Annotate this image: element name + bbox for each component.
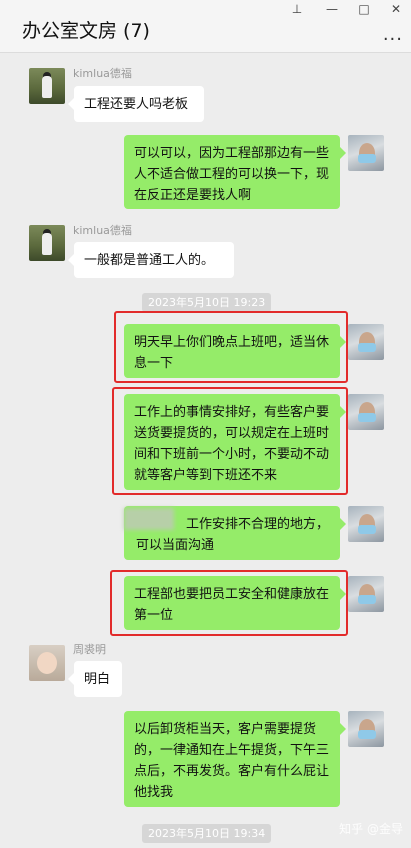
watermark: 知乎 @金导 bbox=[339, 822, 403, 836]
message-bubble[interactable]: 工程还要人吗老板 bbox=[68, 86, 204, 122]
more-icon[interactable]: ... bbox=[383, 24, 403, 45]
sender-name: kimlua德福 bbox=[73, 67, 132, 80]
message-text: 工作安排不合理的地方，可以当面沟通 bbox=[136, 517, 330, 553]
message-bubble[interactable]: 明白 bbox=[68, 661, 122, 697]
sender-name: 周裘明 bbox=[73, 643, 106, 656]
avatar[interactable] bbox=[348, 506, 384, 542]
message-bubble[interactable]: 可以可以，因为工程部那边有一些人不适合做工程的可以换一下，现在反正还是要找人啊 bbox=[124, 135, 346, 209]
avatar[interactable] bbox=[29, 68, 65, 104]
message-bubble[interactable]: 一般都是普通工人的。 bbox=[68, 242, 234, 278]
pin-icon[interactable]: ⊥ bbox=[287, 2, 307, 16]
avatar[interactable] bbox=[29, 645, 65, 681]
chat-title: 办公室文房 (7) bbox=[22, 20, 150, 42]
timestamp: 2023年5月10日 19:34 bbox=[142, 824, 272, 843]
minimize-icon[interactable]: — bbox=[322, 2, 342, 16]
avatar[interactable] bbox=[348, 324, 384, 360]
highlight-box bbox=[114, 311, 348, 383]
message-bubble[interactable]: 工作安排不合理的地方，可以当面沟通 bbox=[124, 506, 346, 560]
avatar[interactable] bbox=[348, 394, 384, 430]
highlight-box bbox=[112, 387, 348, 495]
timestamp: 2023年5月10日 19:23 bbox=[142, 293, 272, 312]
avatar[interactable] bbox=[348, 135, 384, 171]
message-bubble[interactable]: 以后卸货柜当天，客户需要提货的，一律通知在上午提货，下午三点后，不再发货。客户有… bbox=[124, 711, 346, 807]
chat-header: 办公室文房 (7) ⊥ — □ ✕ ... bbox=[0, 0, 411, 53]
avatar[interactable] bbox=[348, 576, 384, 612]
avatar[interactable] bbox=[348, 711, 384, 747]
highlight-box bbox=[110, 570, 348, 636]
close-icon[interactable]: ✕ bbox=[386, 2, 406, 16]
maximize-icon[interactable]: □ bbox=[354, 2, 374, 16]
avatar[interactable] bbox=[29, 225, 65, 261]
sender-name: kimlua德福 bbox=[73, 224, 132, 237]
